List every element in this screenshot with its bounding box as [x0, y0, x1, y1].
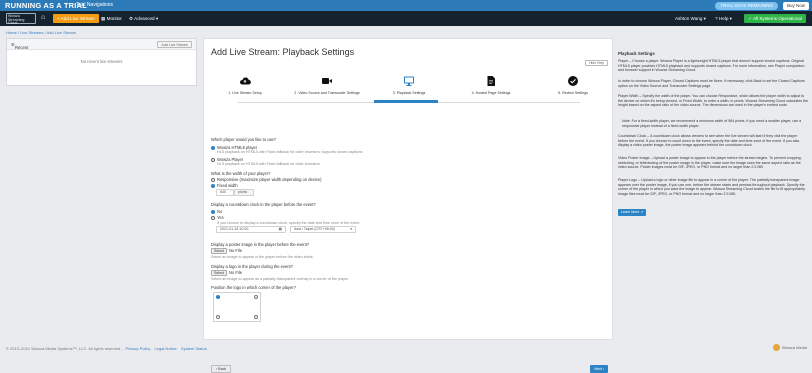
- poster-select-button[interactable]: Select: [211, 248, 227, 254]
- step-review-settings[interactable]: 5. Review Settings: [532, 75, 614, 95]
- main-nav: Wowza Streaming Cloud ⌂ + Add Live Strea…: [0, 11, 812, 26]
- width-unit: pixels: [234, 189, 254, 196]
- corner-bottom-left-radio[interactable]: [216, 315, 220, 319]
- empty-message: No recent live streams: [80, 59, 123, 64]
- countdown-help: If you choose to display a countdown clo…: [217, 221, 361, 225]
- trial-nav-link[interactable]: Trial Navigations: [76, 2, 113, 8]
- player-option-wowza-desc: HLS playback on HTML5 with Flash fallbac…: [217, 162, 320, 166]
- poster-help: Select an image to appear in the player …: [211, 255, 314, 259]
- legal-notice-link[interactable]: Legal Notice: [155, 346, 177, 351]
- countdown-question: Display a countdown clock in the player …: [211, 202, 316, 207]
- wizard-steps: 1. Live Stream Setup 2. Video Source and…: [204, 75, 614, 105]
- recent-title: ☰ Recent: [11, 42, 29, 50]
- radio-unselected[interactable]: [211, 157, 215, 162]
- event-date-input[interactable]: 2021-01-18 10:00 ▦: [216, 226, 286, 233]
- player-question: Which player would you like to use?: [211, 137, 277, 142]
- poster-question: Display a poster image in the player bef…: [211, 242, 310, 247]
- logo-position-grid: [213, 292, 261, 322]
- wowza-logo[interactable]: Wowza Streaming Cloud: [6, 13, 36, 25]
- logo-file-picker[interactable]: Select No File: [211, 270, 242, 276]
- width-question: What is the width of your player?: [211, 171, 271, 176]
- nav-monitor[interactable]: ▦ Monitor: [101, 14, 122, 23]
- calendar-icon[interactable]: ▦: [279, 227, 282, 232]
- system-status-link[interactable]: System Status: [181, 346, 207, 351]
- main-panel: Add Live Stream: Playback Settings Hide …: [203, 38, 614, 373]
- logo-help: Select an image to appear as a partially…: [211, 277, 349, 281]
- logo-question: Display a logo in the player during the …: [211, 264, 293, 269]
- step-playback-settings[interactable]: 3. Playback Settings: [368, 75, 450, 95]
- cloud-upload-icon: [239, 75, 251, 87]
- chevron-down-icon: ▾: [350, 227, 352, 231]
- back-button[interactable]: ‹ Back: [211, 365, 232, 373]
- width-input[interactable]: 640: [216, 189, 234, 196]
- document-icon: [485, 75, 497, 87]
- width-option-responsive[interactable]: Responsive (maximize player width depend…: [211, 177, 321, 182]
- system-status-button[interactable]: ✓ All Systems Operational: [744, 14, 806, 23]
- help-note: Note: For a fixed-width player, we recom…: [622, 119, 802, 128]
- add-recent-button[interactable]: Add Live Stream: [157, 41, 192, 48]
- radio-unselected[interactable]: [211, 215, 215, 220]
- radio-selected[interactable]: [211, 145, 215, 150]
- recent-panel: ☰ Recent Add Live Stream No recent live …: [6, 38, 197, 86]
- wowza-footer-logo[interactable]: Wowza Media: [772, 344, 807, 352]
- video-camera-icon: [321, 75, 333, 87]
- step-video-source[interactable]: 2. Video Source and Transcoder Settings: [286, 75, 368, 95]
- width-option-fixed[interactable]: Fixed width: [211, 183, 238, 188]
- help-closed-captions: In order to choose Wowza Player, Closed …: [618, 79, 805, 88]
- add-live-stream-button[interactable]: + Add Live Stream: [53, 14, 99, 23]
- radio-selected[interactable]: [211, 183, 215, 188]
- countdown-option-yes[interactable]: Yes: [211, 215, 224, 220]
- help-panel: Playback Settings Player – Choose a play…: [613, 51, 812, 340]
- help-countdown: Countdown Clock – A countdown clock allo…: [618, 134, 800, 148]
- radio-selected[interactable]: [211, 209, 215, 214]
- countdown-option-no[interactable]: No: [211, 209, 222, 214]
- footer: © 2013–2021 Wowza Media Systems™, LLC. A…: [6, 346, 207, 351]
- help-menu[interactable]: ? Help ▾: [715, 14, 732, 23]
- monitor-icon: [403, 75, 415, 87]
- timezone-select[interactable]: Asia / Taipei (CST+08:00) ▾: [290, 226, 356, 233]
- active-step-indicator: [374, 100, 438, 103]
- buy-now-button[interactable]: Buy Now: [782, 1, 809, 10]
- nav-advanced[interactable]: ⚙ Advanced ▾: [129, 14, 158, 23]
- help-player: Player – Choose a player. Wowza Player i…: [618, 59, 805, 73]
- breadcrumb[interactable]: Home / Live Streams / Add Live Stream: [6, 30, 76, 35]
- logo-select-button[interactable]: Select: [211, 270, 227, 276]
- corner-bottom-right-radio[interactable]: [254, 315, 258, 319]
- radio-unselected[interactable]: [211, 177, 215, 182]
- trial-bar: RUNNING AS A TRIAL Trial Navigations TRI…: [0, 0, 812, 11]
- trial-days-pill: TRIAL DAYS REMAINING: [715, 1, 778, 10]
- account-menu[interactable]: Ashton Wang ▾: [675, 14, 706, 23]
- home-icon[interactable]: ⌂: [41, 14, 45, 21]
- position-question: Position the logo in which corner of the…: [211, 285, 296, 290]
- page-title: Add Live Stream: Playback Settings: [211, 47, 355, 57]
- player-option-html5-desc: HLS playback on HTML5 with Flash fallbac…: [217, 150, 363, 154]
- step-live-stream-setup[interactable]: 1. Live Stream Setup: [204, 75, 286, 95]
- hide-help-button[interactable]: Hide Help: [585, 60, 608, 66]
- wowza-logo-icon: [772, 344, 780, 352]
- corner-top-left-radio[interactable]: [216, 295, 220, 299]
- help-poster: Video Poster Image – Upload a poster ima…: [618, 156, 802, 170]
- next-button[interactable]: Next ›: [590, 365, 608, 373]
- step-hosted-page[interactable]: 4. Hosted Page Settings: [450, 75, 532, 95]
- recent-panel-header: ☰ Recent Add Live Stream: [7, 39, 196, 50]
- help-title: Playback Settings: [618, 51, 655, 56]
- corner-top-right-radio[interactable]: [254, 295, 258, 299]
- help-player-width: Player Width – Specify the width of the …: [618, 94, 808, 108]
- check-circle-icon: [567, 75, 579, 87]
- trial-title: RUNNING AS A TRIAL: [5, 1, 87, 10]
- privacy-policy-link[interactable]: Privacy Policy: [126, 346, 151, 351]
- learn-more-button[interactable]: Learn More ↗: [618, 209, 647, 216]
- help-logo: Player Logo – Upload a logo or other ima…: [618, 178, 806, 197]
- poster-file-picker[interactable]: Select No File: [211, 248, 242, 254]
